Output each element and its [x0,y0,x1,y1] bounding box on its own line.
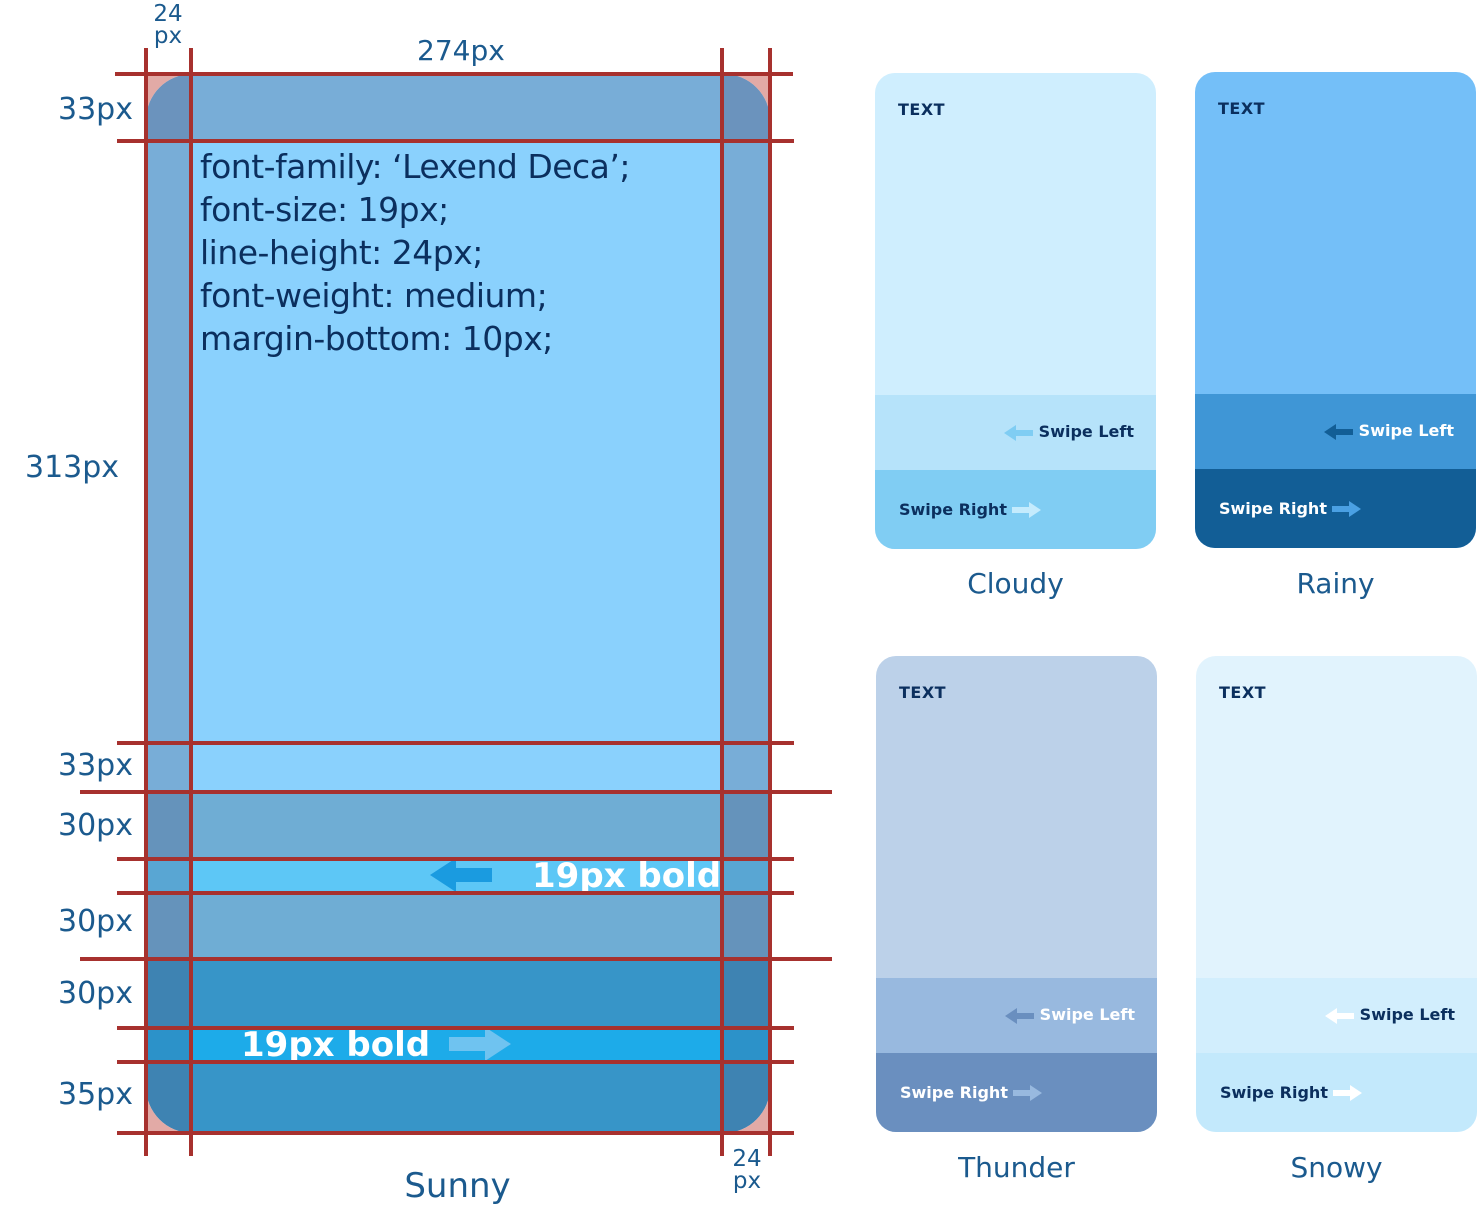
arrow-right-icon [1013,1085,1042,1101]
swipe-left-area[interactable]: Swipe Left [875,395,1156,470]
arrow-left-icon [1004,425,1033,441]
guide-line-h [117,1060,794,1064]
dim-swipe-left-top: 30px [58,808,133,843]
swipe-left-label: Swipe Left [1358,421,1454,440]
arrow-left-icon [1325,1008,1354,1024]
arrow-left-icon [1005,1008,1034,1024]
swipe-right-label: Swipe Right [899,500,1007,519]
arrow-right-icon [1012,502,1041,518]
dim-swipe-right-top: 30px [58,976,133,1011]
caption-cloudy: Cloudy [967,567,1064,600]
dim-top-left-padding: 24 px [153,1,183,49]
right-padding-shade [724,74,770,1133]
card-text: TEXT [1218,99,1266,118]
dim-body-gap: 33px [58,748,133,783]
left-padding-shade [146,74,192,1133]
card-text: TEXT [1219,683,1267,702]
guide-line-h [117,891,794,895]
dim-body-height: 313px [25,450,120,485]
card-text: TEXT [898,100,946,119]
arrow-right-icon [1333,1085,1362,1101]
card-text: TEXT [899,683,947,702]
swipe-left-label: Swipe Left [1039,1005,1135,1024]
swipe-left-area[interactable]: Swipe Left [1196,978,1477,1053]
swipe-left-font-label: 19px bold [532,856,722,896]
card-snowy: TEXT Swipe Left Swipe Right [1196,656,1477,1132]
guide-line-h [117,1131,794,1135]
swipe-left-label: Swipe Left [1359,1005,1455,1024]
dim-bottom-right-padding: 24 px [732,1146,762,1194]
swipe-right-label: Swipe Right [1220,1083,1328,1102]
dim-swipe-left-bottom: 30px [58,904,133,939]
card-cloudy: TEXT Swipe Left Swipe Right [875,73,1156,549]
swipe-right-area[interactable]: Swipe Right [1196,1053,1477,1132]
swipe-left-area[interactable]: Swipe Left [876,978,1157,1053]
font-spec-text: font-family: ‘Lexend Deca’; font-size: 19… [200,147,631,358]
card-rainy: TEXT Swipe Left Swipe Right [1195,72,1476,548]
guide-line-h [117,139,794,143]
guide-line-h [117,741,794,745]
arrow-right-icon [449,1027,511,1061]
swipe-right-area[interactable]: Swipe Right [875,470,1156,549]
caption-snowy: Snowy [1290,1151,1383,1184]
dim-swipe-right-bottom: 35px [58,1077,133,1112]
arrow-right-icon [1332,501,1361,517]
guide-line-h [117,857,794,861]
arrow-left-icon [430,858,492,892]
caption-sunny: Sunny [404,1166,511,1206]
caption-thunder: Thunder [958,1151,1075,1184]
card-thunder: TEXT Swipe Left Swipe Right [876,656,1157,1132]
dim-top-padding: 33px [58,92,133,127]
guide-line-h [117,1026,794,1030]
top-padding-shade [146,74,770,140]
swipe-right-area[interactable]: Swipe Right [876,1053,1157,1132]
guide-line-h [115,72,793,76]
swipe-right-font-label: 19px bold [241,1025,431,1065]
swipe-right-label: Swipe Right [1219,499,1327,518]
guide-line-v [768,48,772,1156]
guide-line-v [720,48,724,1156]
caption-rainy: Rainy [1296,567,1375,600]
swipe-right-label: Swipe Right [900,1083,1008,1102]
guide-line-v [189,48,193,1156]
arrow-left-icon [1324,424,1353,440]
guide-line-v [144,48,148,1156]
swipe-left-area[interactable]: Swipe Left [1195,394,1476,469]
dim-width: 274px [417,34,505,67]
swipe-right-area[interactable]: Swipe Right [1195,469,1476,548]
swipe-left-label: Swipe Left [1038,422,1134,441]
